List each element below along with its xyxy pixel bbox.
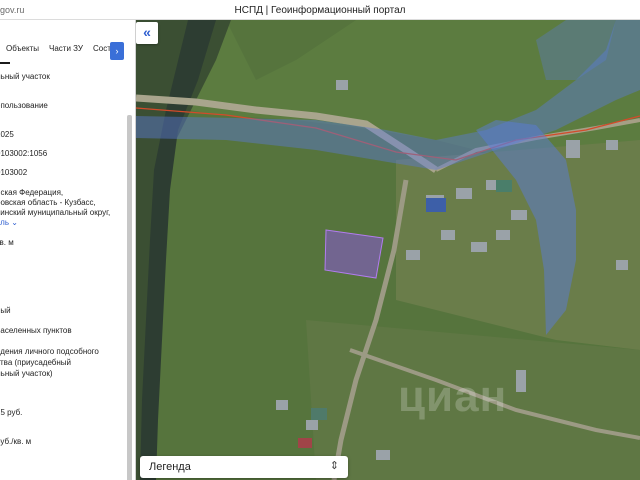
field-land-category: населенных пунктов (0, 326, 72, 335)
field-land-use: епользование (0, 101, 48, 110)
legend-label: Легенда (149, 461, 191, 473)
field-specific-value: руб./кв. м (0, 437, 32, 446)
field-permitted-use-line-1: едения личного подсобного (0, 347, 99, 356)
tabs-scroll-right-button[interactable]: › (110, 42, 124, 60)
active-tab-indicator (0, 62, 10, 64)
object-info-panel: Объекты Части ЗУ Соста › льный участок е… (0, 20, 136, 480)
field-permitted-use-line-3: льный участок) (0, 369, 53, 378)
field-date: 2025 (0, 130, 14, 139)
field-status: ный (0, 306, 11, 315)
field-address-line-3: винский муниципальный округ, (0, 208, 111, 217)
sort-arrows-icon: ⇕ (329, 460, 339, 472)
satellite-map[interactable] (136, 20, 640, 480)
field-permitted-use-line-2: ства (приусадебный (0, 358, 72, 367)
tab-objects[interactable]: Объекты (6, 44, 39, 53)
show-more-link[interactable]: ель ⌄ (0, 218, 18, 229)
map-view[interactable]: циан « Легенда ⇕ (136, 20, 640, 480)
watermark: циан (398, 372, 508, 421)
chevron-down-icon: ⌄ (11, 218, 18, 227)
panel-scrollbar[interactable] (127, 115, 132, 480)
legend-dropdown[interactable]: Легенда ⇕ (140, 456, 348, 478)
tab-land-parts[interactable]: Части ЗУ (49, 44, 83, 53)
field-cadastral-number[interactable]: 0103002:1056 (0, 149, 47, 160)
collapse-panel-button[interactable]: « (136, 22, 158, 44)
chevron-right-icon: › (115, 46, 119, 56)
show-more-label: ель (0, 218, 10, 227)
double-chevron-left-icon: « (143, 24, 151, 40)
browser-titlebar: gov.ru НСПД | Геоинформационный портал (0, 0, 640, 20)
field-object-type: льный участок (0, 72, 50, 81)
window-title: НСПД | Геоинформационный портал (234, 5, 406, 16)
field-address-line-1: йская Федерация, (0, 188, 64, 197)
field-address-line-2: ровская область - Кузбасс, (0, 198, 96, 207)
field-cadastral-value: 25 руб. (0, 408, 23, 417)
field-area: кв. м (0, 238, 14, 247)
field-cadastral-quarter[interactable]: 0103002 (0, 168, 27, 179)
